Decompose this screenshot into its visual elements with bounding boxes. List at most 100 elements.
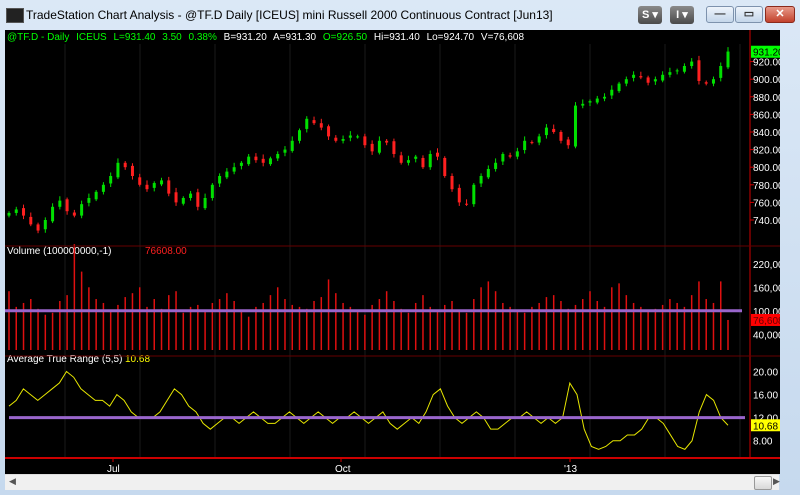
atr-tick-label: 16.00 (753, 391, 778, 402)
date-tick-label: Jul (107, 464, 120, 474)
price-tick-label: 740.00 (753, 216, 780, 227)
volume-value: 76608.00 (145, 246, 187, 257)
candle-body (690, 61, 694, 66)
atr-tick-label: 20.00 (753, 368, 778, 379)
candle-body (327, 126, 331, 137)
tradestation-app-icon (6, 8, 24, 23)
candle-body (58, 200, 62, 207)
candle-body (268, 158, 272, 165)
price-tick-label: 760.00 (753, 198, 780, 209)
price-tick-label: 860.00 (753, 110, 780, 121)
last-volume-label: 76,608 (753, 316, 780, 327)
scroll-left-icon[interactable]: ◀ (9, 476, 16, 487)
candle-body (290, 140, 294, 151)
volume-label: Volume (100000000,-1) (7, 246, 112, 257)
candle-body (537, 136, 541, 143)
candle-body (7, 212, 11, 216)
candle-body (457, 187, 461, 203)
candle-body (472, 184, 476, 205)
candle-body (377, 140, 381, 153)
candle-body (29, 216, 33, 225)
atr-tick-label: 8.00 (753, 437, 773, 448)
candle-body (595, 98, 599, 103)
candle-body (152, 183, 156, 188)
candle-body (523, 140, 527, 151)
maximize-button[interactable]: ▭ (735, 6, 763, 23)
candle-body (566, 139, 570, 146)
candle-body (610, 89, 614, 96)
candle-body (675, 70, 679, 72)
price-tick-label: 900.00 (753, 75, 780, 86)
candle-body (36, 224, 40, 231)
candle-body (711, 79, 715, 84)
candle-body (443, 157, 447, 176)
scroll-thumb[interactable] (754, 476, 772, 490)
candle-body (421, 157, 425, 168)
candle-body (573, 105, 577, 147)
candle-body (189, 193, 193, 198)
candle-body (254, 156, 258, 161)
price-tick-label: 780.00 (753, 181, 780, 192)
candle-body (334, 137, 338, 141)
candle-body (392, 141, 396, 154)
candle-body (225, 171, 229, 178)
candle-body (160, 180, 164, 185)
candle-body (406, 160, 410, 163)
candle-body (719, 66, 723, 78)
candle-body (508, 155, 512, 157)
candle-body (479, 176, 483, 184)
candle-body (515, 151, 519, 157)
volume-tick-label: 160,000 (753, 283, 780, 294)
header-pct: 0.38% (189, 32, 217, 43)
header-ask: A=931.30 (273, 32, 317, 43)
last-price-label: 931.20 (753, 48, 780, 59)
price-tick-label: 840.00 (753, 128, 780, 139)
chart-window: TradeStation Chart Analysis - @TF.D Dail… (0, 0, 800, 495)
candle-body (247, 156, 251, 165)
candle-body (181, 198, 185, 204)
candle-body (682, 66, 686, 72)
s-menu-button[interactable]: S ▾ (638, 6, 662, 24)
candle-body (552, 128, 556, 132)
candle-body (130, 165, 134, 176)
candle-body (72, 212, 76, 216)
price-tick-label: 920.00 (753, 58, 780, 69)
candle-body (624, 79, 628, 84)
candle-body (653, 79, 657, 82)
candle-body (210, 184, 214, 198)
horizontal-scrollbar[interactable]: ◀ ▶ (5, 474, 780, 490)
price-tick-label: 880.00 (753, 93, 780, 104)
candle-body (668, 72, 672, 75)
candle-body (65, 199, 69, 212)
date-tick-label: Oct (335, 464, 351, 474)
candle-body (109, 176, 113, 184)
header-volume: V=76,608 (481, 32, 525, 43)
candle-body (312, 120, 316, 124)
candle-body (544, 127, 548, 136)
header-exchange: ICEUS (76, 32, 107, 43)
candle-body (501, 154, 505, 162)
candle-body (167, 180, 171, 194)
candle-body (435, 152, 439, 157)
header-bid: B=931.20 (224, 32, 268, 43)
volume-tick-label: 220,000 (753, 260, 780, 271)
candle-body (123, 162, 127, 168)
candle-body (363, 136, 367, 146)
candle-body (370, 143, 374, 152)
i-menu-button[interactable]: I ▾ (670, 6, 694, 24)
candle-body (414, 156, 418, 159)
candle-body (145, 184, 149, 190)
candle-body (632, 74, 636, 78)
candle-body (465, 203, 469, 205)
candle-body (319, 123, 323, 128)
candle-body (261, 158, 265, 163)
candle-body (697, 60, 701, 81)
chart-area[interactable]: @TF.D - Daily ICEUS L=931.40 3.50 0.38% … (5, 30, 780, 474)
scroll-right-icon[interactable]: ▶ (773, 476, 780, 487)
minimize-button[interactable]: — (706, 6, 734, 23)
close-button[interactable]: ✕ (765, 6, 795, 23)
candle-body (218, 176, 222, 184)
candle-body (348, 135, 352, 138)
candle-body (138, 177, 142, 185)
candle-body (341, 139, 345, 141)
